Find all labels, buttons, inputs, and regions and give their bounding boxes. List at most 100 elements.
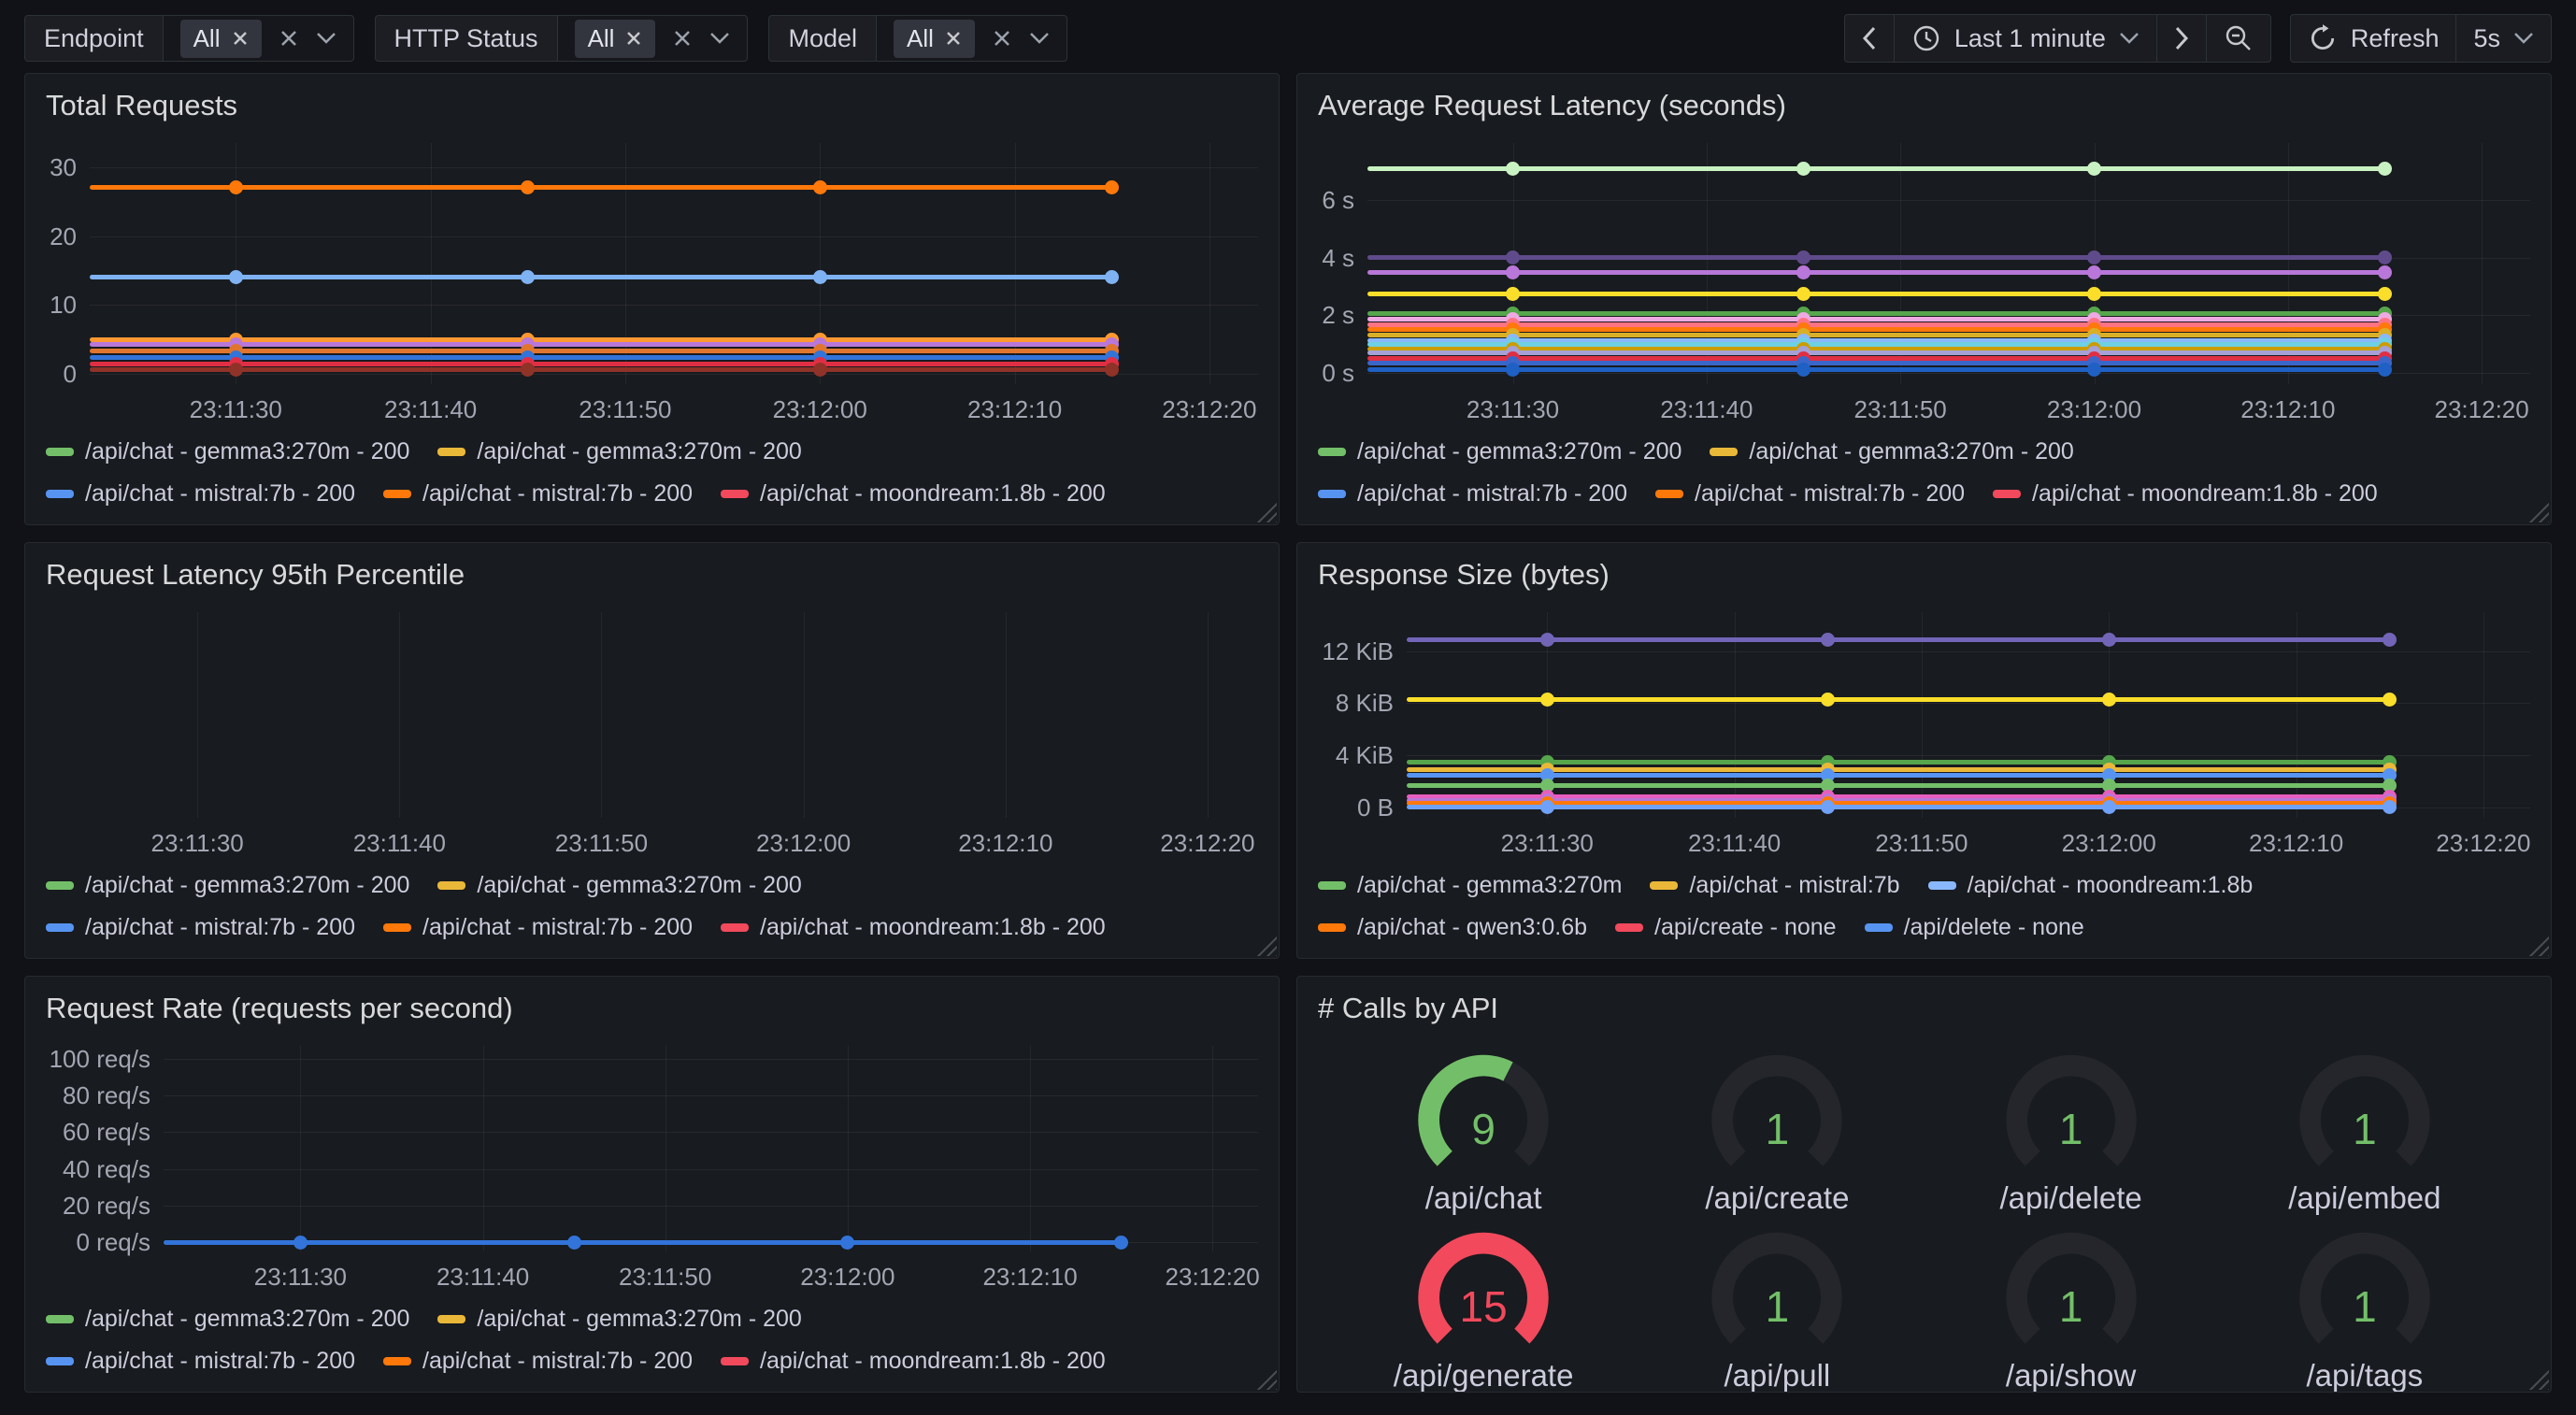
refresh-group: Refresh 5s [2290,14,2552,63]
legend-item[interactable]: /api/chat - moondream:1.8b - 200 [721,1348,1106,1375]
filter-chip[interactable]: All [894,20,975,58]
series-point [2102,693,2116,707]
x-tick-label: 23:12:00 [773,395,867,424]
gauge-arc: 15 [1396,1229,1570,1354]
chevron-down-icon[interactable] [316,32,336,45]
h-gridline [90,374,1258,375]
legend-label: /api/chat - moondream:1.8b [1968,872,2254,899]
legend-item[interactable]: /api/chat - gemma3:270m - 200 [46,1306,409,1333]
series-point [2383,693,2397,707]
series-line [1407,637,2390,642]
time-range-picker[interactable]: Last 1 minute [1895,15,2157,62]
filter-model-label[interactable]: Model [769,16,877,61]
legend-item[interactable]: /api/chat - moondream:1.8b - 200 [1993,480,2378,507]
v-gridline [601,612,602,818]
remove-chip-icon[interactable] [232,30,249,47]
legend-item[interactable]: /api/chat - gemma3:270m - 200 [1710,438,2073,465]
x-tick-label: 23:11:30 [1467,395,1559,424]
legend-item[interactable]: /api/chat - gemma3:270m - 200 [1318,438,1682,465]
gauge-arc: 9 [1396,1051,1570,1177]
plot-area[interactable] [164,1046,1258,1251]
legend-item[interactable]: /api/chat - mistral:7b - 200 [383,914,693,941]
legend-item[interactable]: /api/chat - mistral:7b [1650,872,1899,899]
plot-area[interactable] [1407,612,2530,818]
filter-chip[interactable]: All [180,20,262,58]
legend-swatch [383,1357,411,1365]
legend-item[interactable]: /api/chat - gemma3:270m - 200 [437,438,801,465]
series-point [1821,693,1835,707]
chevron-down-icon[interactable] [709,32,730,45]
panel-title[interactable]: # Calls by API [1318,992,2530,1025]
legend-item[interactable]: /api/chat - gemma3:270m [1318,872,1622,899]
time-forward-button[interactable] [2157,15,2207,62]
series-line [1367,255,2385,260]
legend-item[interactable]: /api/delete - none [1865,914,2084,941]
chevron-right-icon [2174,26,2189,50]
legend-item[interactable]: /api/chat - moondream:1.8b [1928,872,2254,899]
plot-area[interactable] [1367,143,2530,384]
legend-item[interactable]: /api/chat - qwen3:0.6b [1318,914,1587,941]
filter-http-status-label[interactable]: HTTP Status [376,16,558,61]
legend-item[interactable]: /api/create - none [1615,914,1837,941]
gauge-label: /api/pull [1724,1358,1831,1393]
filter-http-status-value[interactable]: All [558,16,748,61]
legend-item[interactable]: /api/chat - mistral:7b - 200 [46,914,355,941]
panel-title[interactable]: Request Latency 95th Percentile [46,558,1258,592]
filter-chip[interactable]: All [575,20,656,58]
legend-swatch [383,923,411,932]
series-point [1821,800,1835,814]
legend-item[interactable]: /api/chat - gemma3:270m - 200 [46,438,409,465]
filter-model-value[interactable]: All [877,16,1066,61]
remove-chip-icon[interactable] [625,30,642,47]
legend-item[interactable]: /api/chat - mistral:7b - 200 [1655,480,1965,507]
gauge-label: /api/generate [1394,1358,1574,1393]
clear-filter-icon[interactable] [279,28,299,49]
filter-endpoint-value[interactable]: All [164,16,353,61]
legend-item[interactable]: /api/chat - mistral:7b - 200 [1318,480,1627,507]
panel-title[interactable]: Request Rate (requests per second) [46,992,1258,1025]
legend-item[interactable]: /api/chat - gemma3:270m - 200 [46,872,409,899]
x-tick-label: 23:11:30 [1501,829,1594,858]
series-point [2087,363,2101,377]
y-tick-label: 20 [50,222,77,250]
legend-item[interactable]: /api/chat - gemma3:270m - 200 [437,1306,801,1333]
y-axis: 0102030 [46,143,90,427]
legend-label: /api/chat - qwen3:0.6b [1357,914,1587,941]
remove-chip-icon[interactable] [945,30,962,47]
panel-title[interactable]: Average Request Latency (seconds) [1318,89,2530,122]
chevron-down-icon[interactable] [1029,32,1050,45]
plot-area[interactable] [46,612,1258,818]
clear-filter-icon[interactable] [672,28,693,49]
panel-title[interactable]: Total Requests [46,89,1258,122]
refresh-interval-picker[interactable]: 5s [2456,15,2551,62]
v-gridline [804,612,805,818]
legend: /api/chat - gemma3:270m/api/chat - mistr… [1318,872,2530,949]
series-point [2378,265,2392,279]
legend-swatch [437,1315,465,1323]
legend-item[interactable]: /api/chat - mistral:7b - 200 [383,1348,693,1375]
filter-endpoint-label[interactable]: Endpoint [25,16,164,61]
series-point [1796,287,1810,301]
h-gridline [90,305,1258,306]
refresh-button[interactable]: Refresh [2291,15,2457,62]
panel-title[interactable]: Response Size (bytes) [1318,558,2530,592]
time-back-button[interactable] [1845,15,1895,62]
filter-http-status: HTTP Status All [375,15,749,62]
legend-item[interactable]: /api/chat - gemma3:270m - 200 [437,872,801,899]
series-point [1114,1236,1128,1250]
legend-row: /api/chat - mistral:7b - 200/api/chat - … [46,914,1258,941]
legend-item[interactable]: /api/chat - mistral:7b - 200 [383,480,693,507]
series-point [2087,250,2101,264]
legend-item[interactable]: /api/chat - mistral:7b - 200 [46,480,355,507]
legend-item[interactable]: /api/chat - moondream:1.8b - 200 [721,480,1106,507]
zoom-out-button[interactable] [2207,15,2270,62]
gauge: 9/api/chat [1337,1051,1630,1216]
clear-filter-icon[interactable] [992,28,1012,49]
time-range-label: Last 1 minute [1954,24,2106,53]
gauge-arc: 1 [2278,1051,2452,1177]
x-tick-label: 23:12:20 [1162,395,1256,424]
legend-item[interactable]: /api/chat - mistral:7b - 200 [46,1348,355,1375]
legend-swatch [46,923,74,932]
plot-area[interactable] [90,143,1258,384]
legend-item[interactable]: /api/chat - moondream:1.8b - 200 [721,914,1106,941]
